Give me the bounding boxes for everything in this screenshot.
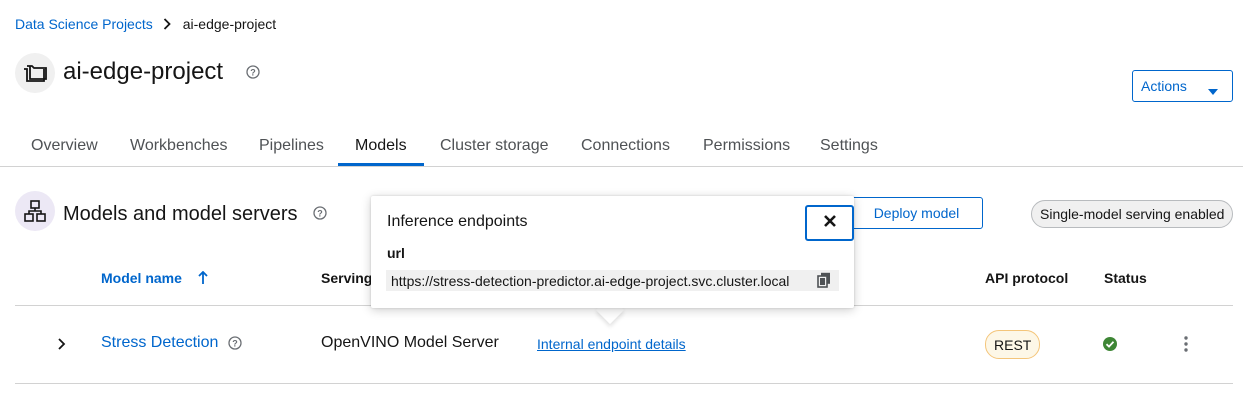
endpoint-url-field[interactable]: https://stress-detection-predictor.ai-ed… [386,270,839,291]
actions-label: Actions [1141,78,1187,94]
models-section-icon [15,191,55,231]
tab-workbenches[interactable]: Workbenches [130,137,228,155]
column-header-status: Status [1104,270,1147,286]
copy-icon[interactable] [817,272,831,291]
status-success-icon [1103,337,1117,356]
internal-endpoint-link[interactable]: Internal endpoint details [537,336,686,352]
help-icon[interactable]: ? [313,206,327,225]
deploy-model-button[interactable]: Deploy model [840,197,983,229]
breadcrumb-link-projects[interactable]: Data Science Projects [15,16,153,32]
breadcrumb: Data Science Projects ai-edge-project [15,16,276,32]
popover-field-label: url [387,245,405,261]
help-icon[interactable]: ? [228,336,242,355]
help-icon[interactable]: ? [246,65,260,84]
tab-connections[interactable]: Connections [581,137,670,155]
project-tabs: Overview Workbenches Pipelines Models Cl… [0,130,1243,167]
svg-text:?: ? [317,209,323,219]
breadcrumb-current: ai-edge-project [182,16,277,32]
model-name-link[interactable]: Stress Detection [101,334,218,352]
table-row-divider [15,383,1233,384]
inference-endpoints-popover: Inference endpoints url https://stress-d… [371,196,854,308]
tab-cluster-storage[interactable]: Cluster storage [440,137,549,155]
chevron-right-icon [163,18,171,30]
tab-models[interactable]: Models [355,137,407,155]
chevron-right-icon[interactable] [55,337,67,356]
close-icon [823,214,836,232]
active-tab-indicator [338,163,424,166]
close-popover-button[interactable] [805,205,854,241]
serving-runtime: OpenVINO Model Server [321,334,499,351]
caret-down-icon [1208,83,1218,99]
section-title: Models and model servers [63,203,298,225]
tab-permissions[interactable]: Permissions [703,137,790,155]
page-title: ai-edge-project [63,58,224,85]
column-header-serving: Serving [321,270,373,286]
project-folder-icon [15,53,55,93]
tab-settings[interactable]: Settings [820,137,878,155]
svg-text:?: ? [232,339,238,349]
tab-pipelines[interactable]: Pipelines [259,137,324,155]
actions-dropdown-button[interactable]: Actions [1132,70,1233,102]
serving-mode-label: Single-model serving enabled [1031,200,1234,228]
endpoint-url-text: https://stress-detection-predictor.ai-ed… [391,272,790,289]
sort-ascending-icon [198,270,208,287]
kebab-menu-icon[interactable] [1180,335,1192,358]
column-header-model-name[interactable]: Model name [101,270,208,287]
column-header-api-protocol: API protocol [985,270,1069,286]
svg-text:?: ? [250,68,256,78]
model-name-header-label: Model name [101,270,182,286]
popover-title: Inference endpoints [387,213,528,230]
api-protocol-badge: REST [985,330,1041,359]
tab-overview[interactable]: Overview [31,137,98,155]
